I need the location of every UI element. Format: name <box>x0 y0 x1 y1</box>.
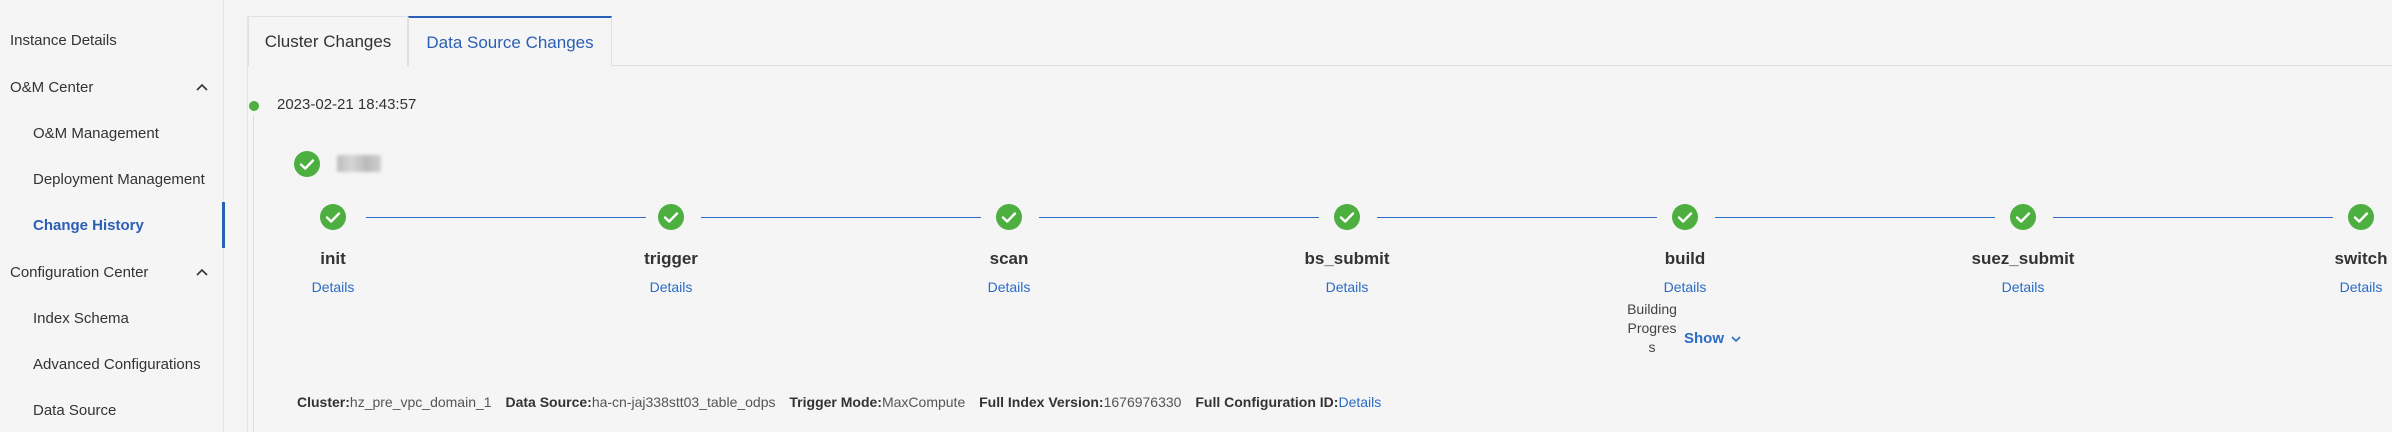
sidebar-item-label: Index Schema <box>33 309 129 327</box>
meta-value: MaxCompute <box>881 394 966 410</box>
stage-connector <box>1039 217 1319 218</box>
tab-label: Data Source Changes <box>426 32 594 52</box>
tab-cluster-changes[interactable]: Cluster Changes <box>248 16 408 66</box>
success-check-icon <box>1672 204 1698 230</box>
meta-trigger-mode: Trigger Mode:MaxCompute <box>789 394 965 410</box>
divider <box>247 16 248 432</box>
stage-details-link[interactable]: Details <box>611 279 731 295</box>
stage-connector <box>1715 217 1995 218</box>
success-check-icon <box>2010 204 2036 230</box>
stage-details-link[interactable]: Details <box>1625 279 1745 295</box>
stage-details-link[interactable]: Details <box>2301 279 2392 295</box>
stage-name: suez_submit <box>1971 249 2075 268</box>
stage-scan: scan Details <box>949 204 1069 295</box>
sidebar-item-label: Change History <box>33 216 144 234</box>
meta-key: Data Source: <box>505 394 592 410</box>
stage-details-link[interactable]: Details <box>1963 279 2083 295</box>
chevron-down-icon <box>1731 336 1741 343</box>
meta-key: Trigger Mode: <box>789 394 882 410</box>
sidebar: Instance Details O&M Center O&M Manageme… <box>0 0 225 432</box>
config-details-link[interactable]: Details <box>1338 394 1381 410</box>
sidebar-item-label: Deployment Management <box>33 170 205 188</box>
change-meta: Cluster:hz_pre_vpc_domain_1 Data Source:… <box>297 394 1391 410</box>
chevron-up-icon[interactable] <box>194 264 210 280</box>
show-progress-button[interactable]: Show <box>1684 330 1742 347</box>
stage-trigger: trigger Details <box>611 204 731 295</box>
main-content: Cluster Changes Data Source Changes 2023… <box>224 0 2392 432</box>
meta-full-configuration-id: Full Configuration ID:Details <box>1195 394 1381 410</box>
timeline-line <box>253 115 254 432</box>
show-label: Show <box>1684 330 1724 347</box>
meta-key: Full Configuration ID: <box>1195 394 1339 410</box>
stage-switch: switch Details <box>2301 204 2392 295</box>
success-check-icon <box>1334 204 1360 230</box>
timeline-dot <box>249 101 259 111</box>
meta-key: Full Index Version: <box>979 394 1104 410</box>
sidebar-item-data-source[interactable]: Data Source <box>0 387 224 432</box>
building-progress-label: Building Progress <box>1627 301 1677 355</box>
success-check-icon <box>658 204 684 230</box>
meta-data-source: Data Source:ha-cn-jaj338stt03_table_odps <box>505 394 775 410</box>
sidebar-item-label: Configuration Center <box>10 263 149 281</box>
meta-full-index-version: Full Index Version:1676976330 <box>979 394 1181 410</box>
stage-connector <box>366 217 646 218</box>
sidebar-group-om-center[interactable]: O&M Center <box>0 64 224 110</box>
sidebar-item-change-history[interactable]: Change History <box>0 202 225 248</box>
stage-suez-submit: suez_submit Details <box>1963 204 2083 295</box>
meta-value: hz_pre_vpc_domain_1 <box>349 394 492 410</box>
stage-name: init <box>320 249 346 268</box>
stage-name: bs_submit <box>1304 249 1390 268</box>
stage-details-link[interactable]: Details <box>273 279 393 295</box>
stage-connector <box>701 217 981 218</box>
stage-name: build <box>1664 249 1706 268</box>
sidebar-item-advanced-configurations[interactable]: Advanced Configurations <box>0 341 224 387</box>
tab-bar: Cluster Changes Data Source Changes <box>248 16 2392 67</box>
success-check-icon <box>320 204 346 230</box>
stage-details-link[interactable]: Details <box>949 279 1069 295</box>
stage-name: switch <box>2334 249 2388 268</box>
sidebar-item-index-schema[interactable]: Index Schema <box>0 295 224 341</box>
stage-connector <box>2053 217 2333 218</box>
chevron-up-icon[interactable] <box>194 79 210 95</box>
stage-init: init Details <box>273 204 393 295</box>
stage-bs-submit: bs_submit Details <box>1287 204 1407 295</box>
stage-build: build Details <box>1625 204 1745 295</box>
tab-data-source-changes[interactable]: Data Source Changes <box>408 16 612 67</box>
success-check-icon <box>2348 204 2374 230</box>
sidebar-item-label: O&M Center <box>10 78 94 96</box>
timeline-timestamp: 2023-02-21 18:43:57 <box>277 96 417 113</box>
sidebar-item-label: O&M Management <box>33 124 159 142</box>
sidebar-item-instance-details[interactable]: Instance Details <box>0 17 224 63</box>
redacted-name <box>337 155 381 172</box>
meta-value: ha-cn-jaj338stt03_table_odps <box>591 394 776 410</box>
tab-label: Cluster Changes <box>264 31 392 51</box>
meta-key: Cluster: <box>297 394 350 410</box>
stage-details-link[interactable]: Details <box>1287 279 1407 295</box>
sidebar-group-configuration-center[interactable]: Configuration Center <box>0 249 224 295</box>
sidebar-item-label: Instance Details <box>10 31 117 49</box>
sidebar-item-om-management[interactable]: O&M Management <box>0 110 224 156</box>
sidebar-item-label: Advanced Configurations <box>33 355 201 373</box>
meta-value: 1676976330 <box>1103 394 1182 410</box>
sidebar-item-label: Data Source <box>33 401 117 419</box>
stage-name: scan <box>989 249 1029 268</box>
meta-cluster: Cluster:hz_pre_vpc_domain_1 <box>297 394 492 410</box>
success-check-icon <box>294 151 320 177</box>
sidebar-item-deployment-management[interactable]: Deployment Management <box>0 156 224 202</box>
stage-connector <box>1377 217 1657 218</box>
success-check-icon <box>996 204 1022 230</box>
stage-name: trigger <box>644 249 698 268</box>
